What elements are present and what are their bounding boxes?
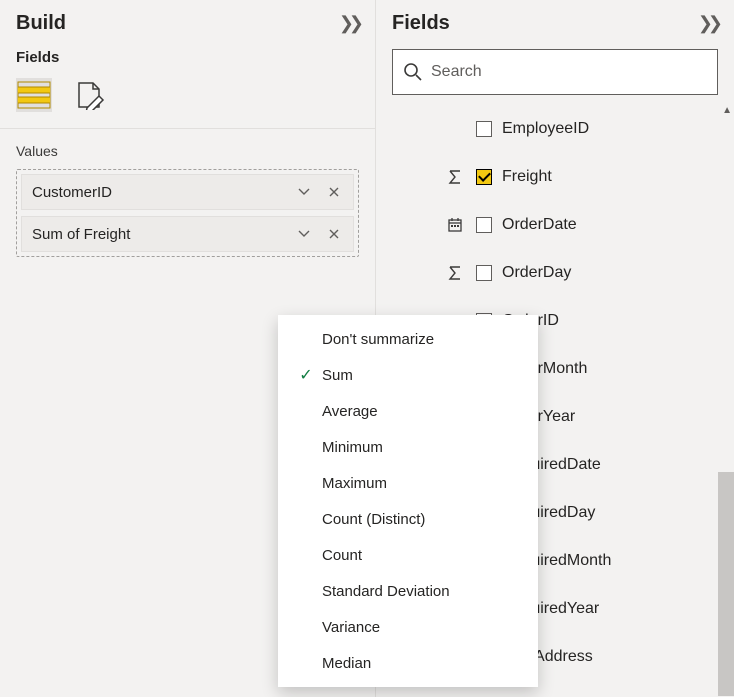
remove-field-icon[interactable] xyxy=(319,177,349,207)
menu-item-label: Average xyxy=(322,403,378,420)
calendar-icon xyxy=(446,217,464,233)
menu-item-label: Variance xyxy=(322,619,380,636)
menu-item[interactable]: Maximum xyxy=(278,465,538,501)
menu-item[interactable]: Median xyxy=(278,645,538,681)
search-row xyxy=(376,43,734,105)
field-checkbox[interactable] xyxy=(476,217,492,233)
menu-item[interactable]: Count xyxy=(278,537,538,573)
collapse-fields-icon[interactable]: ❯❯ xyxy=(698,13,718,34)
scroll-up-icon[interactable]: ▲ xyxy=(722,105,732,116)
scrollbar-thumb[interactable] xyxy=(718,472,734,696)
values-section: Values CustomerID Sum of Freight xyxy=(0,128,375,271)
fields-header: Fields ❯❯ xyxy=(376,0,734,43)
values-well-item[interactable]: Sum of Freight xyxy=(21,216,354,252)
chevron-down-icon[interactable] xyxy=(289,177,319,207)
values-field-wells[interactable]: CustomerID Sum of Freight xyxy=(16,169,359,257)
field-list-item[interactable]: Freight xyxy=(376,153,730,201)
field-checkbox[interactable] xyxy=(476,265,492,281)
aggregation-context-menu: Don't summarize✓SumAverageMinimumMaximum… xyxy=(278,315,538,687)
field-label: Freight xyxy=(502,168,552,186)
menu-item[interactable]: Count (Distinct) xyxy=(278,501,538,537)
chevron-down-icon[interactable] xyxy=(289,219,319,249)
menu-item[interactable]: Average xyxy=(278,393,538,429)
field-label: OrderDay xyxy=(502,264,571,282)
menu-item-label: Standard Deviation xyxy=(322,583,450,600)
field-checkbox[interactable] xyxy=(476,169,492,185)
menu-item-label: Median xyxy=(322,655,371,672)
menu-item-label: Sum xyxy=(322,367,353,384)
check-icon: ✓ xyxy=(292,365,320,385)
well-item-label: CustomerID xyxy=(32,184,289,201)
menu-item[interactable]: Variance xyxy=(278,609,538,645)
field-checkbox[interactable] xyxy=(476,121,492,137)
fields-title: Fields xyxy=(392,12,450,35)
values-well-item[interactable]: CustomerID xyxy=(21,174,354,210)
field-label: EmployeeID xyxy=(502,120,589,138)
search-box[interactable] xyxy=(392,49,718,95)
menu-item[interactable]: ✓Sum xyxy=(278,357,538,393)
well-item-label: Sum of Freight xyxy=(32,226,289,243)
menu-item-label: Minimum xyxy=(322,439,383,456)
menu-item-label: Count (Distinct) xyxy=(322,511,425,528)
sigma-icon xyxy=(446,265,464,281)
menu-item-label: Maximum xyxy=(322,475,387,492)
values-label: Values xyxy=(16,143,359,159)
remove-field-icon[interactable] xyxy=(319,219,349,249)
build-fields-label: Fields xyxy=(0,43,375,72)
menu-item[interactable]: Minimum xyxy=(278,429,538,465)
menu-item[interactable]: Standard Deviation xyxy=(278,573,538,609)
collapse-build-icon[interactable]: ❯❯ xyxy=(339,13,359,34)
page-edit-button[interactable] xyxy=(72,78,108,112)
sigma-icon xyxy=(446,169,464,185)
menu-item[interactable]: Don't summarize xyxy=(278,321,538,357)
field-label: OrderDate xyxy=(502,216,577,234)
search-input[interactable] xyxy=(431,63,707,81)
build-toolbar xyxy=(0,72,375,128)
field-list-item[interactable]: EmployeeID xyxy=(376,105,730,153)
search-icon xyxy=(403,62,423,82)
table-visual-button[interactable] xyxy=(16,78,52,112)
menu-item-label: Count xyxy=(322,547,362,564)
field-list-item[interactable]: OrderDate xyxy=(376,201,730,249)
menu-item-label: Don't summarize xyxy=(322,331,434,348)
build-header: Build ❯❯ xyxy=(0,0,375,43)
build-title: Build xyxy=(16,12,66,35)
field-list-item[interactable]: OrderDay xyxy=(376,249,730,297)
